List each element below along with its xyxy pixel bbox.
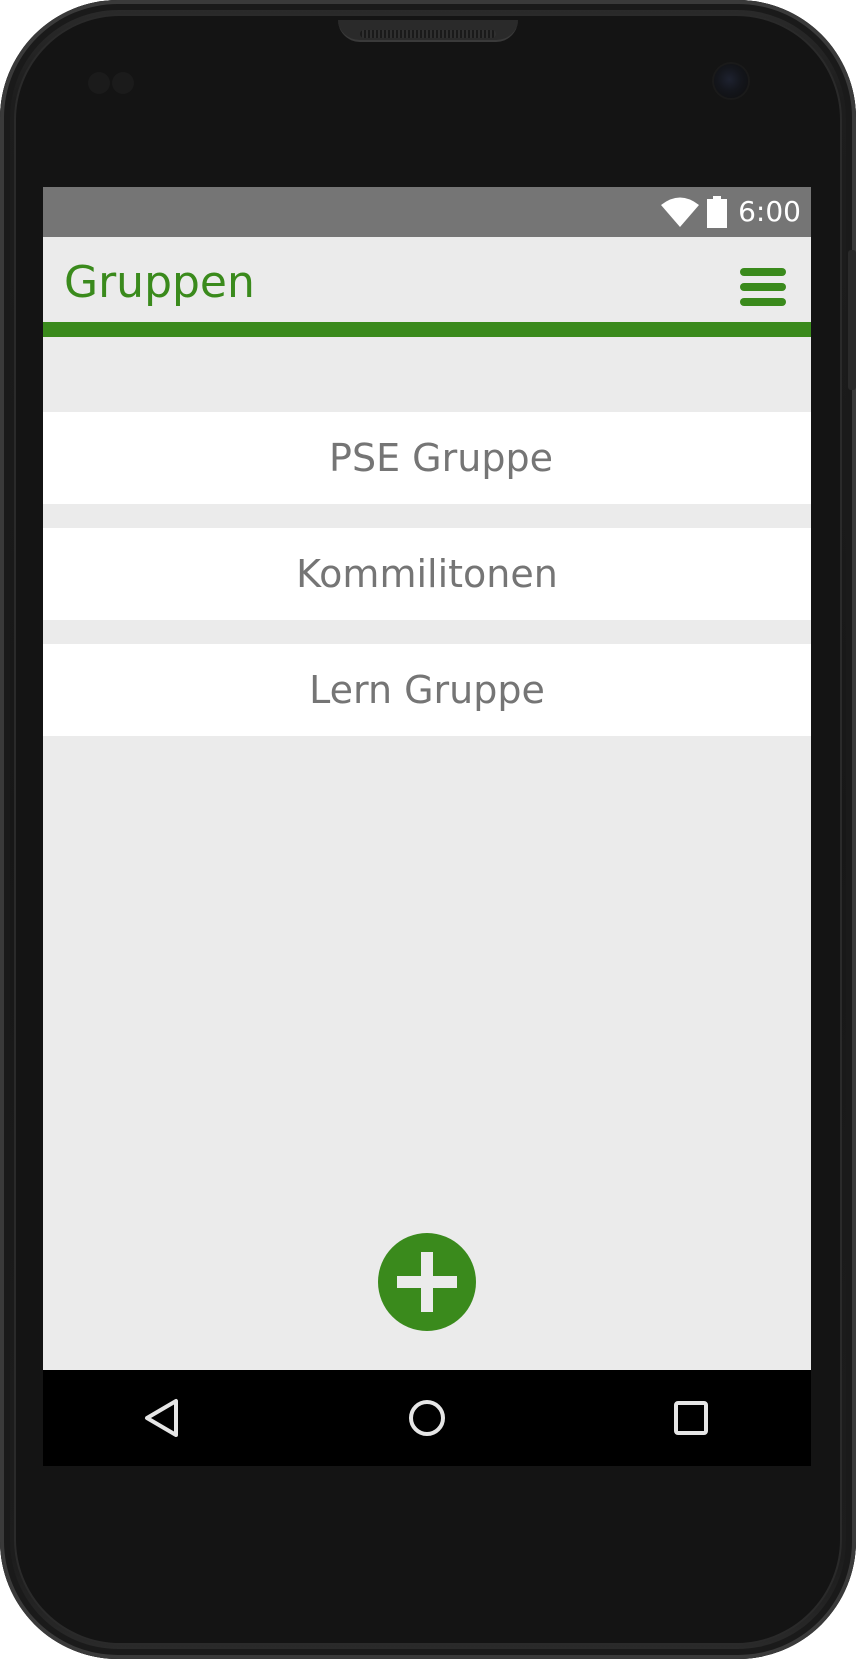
light-sensor — [112, 72, 134, 94]
phone-frame: 6:00 Gruppen PSE Gruppe Kommilitonen Ler… — [0, 0, 856, 1659]
group-item-label: Lern Gruppe — [309, 668, 545, 712]
status-icons: 6:00 — [660, 187, 801, 237]
wifi-icon — [661, 197, 700, 227]
home-button[interactable] — [399, 1390, 455, 1446]
recents-button[interactable] — [663, 1390, 719, 1446]
group-item-label: Kommilitonen — [296, 552, 558, 596]
speaker-grill — [360, 30, 496, 38]
home-icon — [409, 1400, 445, 1436]
recents-icon — [674, 1401, 708, 1435]
navigation-bar — [43, 1370, 811, 1466]
group-item-label: PSE Gruppe — [329, 436, 553, 480]
front-camera — [714, 64, 748, 98]
page-title: Gruppen — [64, 257, 255, 308]
power-button — [848, 250, 856, 390]
status-time: 6:00 — [738, 195, 801, 228]
plus-icon — [397, 1252, 457, 1312]
proximity-sensor — [88, 72, 110, 94]
back-icon — [145, 1399, 178, 1437]
status-bar: 6:00 — [43, 187, 811, 237]
group-item-pse-gruppe[interactable]: PSE Gruppe — [43, 412, 811, 504]
group-list: PSE Gruppe Kommilitonen Lern Gruppe — [43, 412, 811, 760]
hamburger-menu-icon — [740, 268, 786, 306]
menu-button[interactable] — [738, 262, 788, 312]
app-bar: Gruppen — [43, 237, 811, 337]
back-button[interactable] — [135, 1390, 191, 1446]
screen: 6:00 Gruppen PSE Gruppe Kommilitonen Ler… — [43, 187, 811, 1466]
group-item-kommilitonen[interactable]: Kommilitonen — [43, 528, 811, 620]
battery-icon — [707, 196, 728, 228]
group-item-lern-gruppe[interactable]: Lern Gruppe — [43, 644, 811, 736]
add-group-button[interactable] — [378, 1233, 476, 1331]
